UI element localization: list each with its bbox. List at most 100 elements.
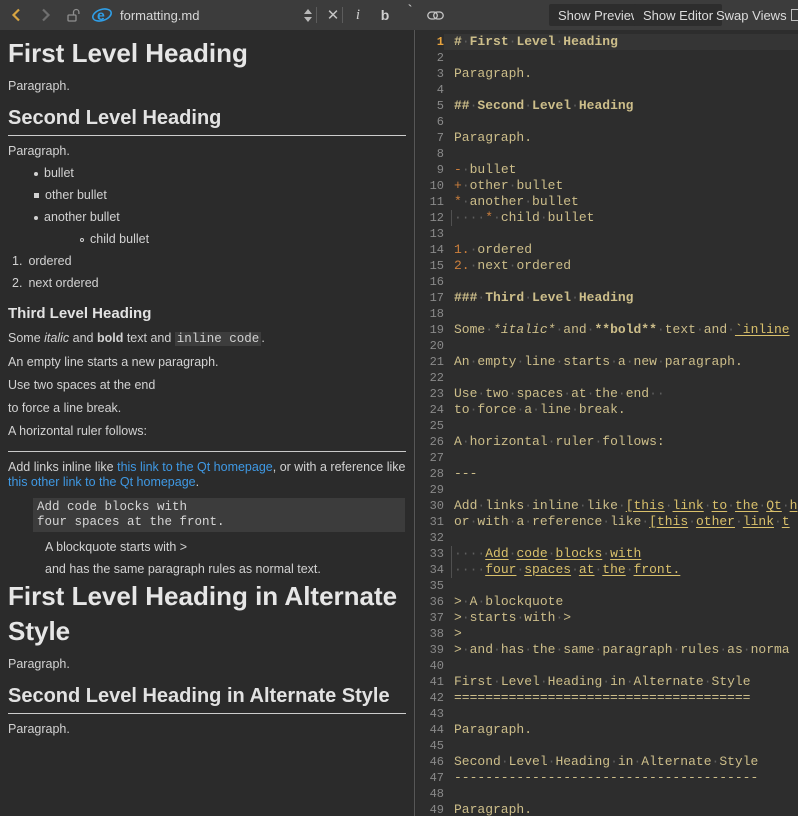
swap-views-button[interactable]: Swap Views: [716, 0, 787, 30]
editor-line[interactable]: 22: [416, 370, 798, 386]
editor-line[interactable]: 35: [416, 578, 798, 594]
editor-line[interactable]: 27: [416, 450, 798, 466]
line-number[interactable]: 48: [416, 786, 444, 802]
editor-line[interactable]: 10+·other·bullet: [416, 178, 798, 194]
line-number[interactable]: 35: [416, 578, 444, 594]
line-content[interactable]: [444, 226, 798, 242]
line-content[interactable]: *·another·bullet: [444, 194, 798, 210]
line-number[interactable]: 1: [416, 34, 444, 50]
clipped-toolbar-icon[interactable]: [791, 9, 798, 21]
line-content[interactable]: ##·Second·Level·Heading: [444, 98, 798, 114]
line-content[interactable]: [444, 658, 798, 674]
line-number[interactable]: 4: [416, 82, 444, 98]
line-number[interactable]: 11: [416, 194, 444, 210]
editor-line[interactable]: 1#·First·Level·Heading: [416, 34, 798, 50]
line-number[interactable]: 16: [416, 274, 444, 290]
line-number[interactable]: 27: [416, 450, 444, 466]
line-content[interactable]: ---: [444, 466, 798, 482]
editor-line[interactable]: 6: [416, 114, 798, 130]
line-number[interactable]: 8: [416, 146, 444, 162]
line-number[interactable]: 15: [416, 258, 444, 274]
line-content[interactable]: Paragraph.: [444, 130, 798, 146]
show-editor-button[interactable]: Show Editor: [634, 4, 722, 26]
editor-line[interactable]: 20: [416, 338, 798, 354]
line-content[interactable]: Paragraph.: [444, 66, 798, 82]
line-content[interactable]: or·with·a·reference·like·[this·other·lin…: [444, 514, 798, 530]
line-number[interactable]: 7: [416, 130, 444, 146]
line-number[interactable]: 14: [416, 242, 444, 258]
line-number[interactable]: 29: [416, 482, 444, 498]
line-content[interactable]: ###·Third·Level·Heading: [444, 290, 798, 306]
line-content[interactable]: [444, 706, 798, 722]
line-content[interactable]: -·bullet: [444, 162, 798, 178]
line-content[interactable]: Use·two·spaces·at·the·end··: [444, 386, 798, 402]
editor-line[interactable]: 32: [416, 530, 798, 546]
line-content[interactable]: ····*·child·bullet: [444, 210, 798, 226]
line-number[interactable]: 34: [416, 562, 444, 578]
line-number[interactable]: 33: [416, 546, 444, 562]
line-content[interactable]: 1.·ordered: [444, 242, 798, 258]
bold-button[interactable]: b: [375, 0, 395, 30]
line-content[interactable]: First·Level·Heading·in·Alternate·Style: [444, 674, 798, 690]
editor-line[interactable]: 8: [416, 146, 798, 162]
editor-line[interactable]: 31or·with·a·reference·like·[this·other·l…: [416, 514, 798, 530]
line-number[interactable]: 18: [416, 306, 444, 322]
editor-line[interactable]: 23Use·two·spaces·at·the·end··: [416, 386, 798, 402]
editor-line[interactable]: 18: [416, 306, 798, 322]
line-number[interactable]: 42: [416, 690, 444, 706]
line-number[interactable]: 31: [416, 514, 444, 530]
line-number[interactable]: 17: [416, 290, 444, 306]
editor-line[interactable]: 36>·A·blockquote: [416, 594, 798, 610]
editor-line[interactable]: 29: [416, 482, 798, 498]
editor-line[interactable]: 5##·Second·Level·Heading: [416, 98, 798, 114]
line-content[interactable]: [444, 338, 798, 354]
line-number[interactable]: 19: [416, 322, 444, 338]
editor-line[interactable]: 48: [416, 786, 798, 802]
line-content[interactable]: to·force·a·line·break.: [444, 402, 798, 418]
line-content[interactable]: A·horizontal·ruler·follows:: [444, 434, 798, 450]
line-number[interactable]: 26: [416, 434, 444, 450]
line-content[interactable]: ····Add·code·blocks·with: [444, 546, 798, 562]
editor-line[interactable]: 33····Add·code·blocks·with: [416, 546, 798, 562]
line-content[interactable]: [444, 82, 798, 98]
line-content[interactable]: [444, 786, 798, 802]
editor-line[interactable]: 46Second·Level·Heading·in·Alternate·Styl…: [416, 754, 798, 770]
line-number[interactable]: 20: [416, 338, 444, 354]
line-number[interactable]: 44: [416, 722, 444, 738]
open-document-name[interactable]: formatting.md: [120, 0, 199, 30]
line-content[interactable]: +·other·bullet: [444, 178, 798, 194]
line-number[interactable]: 36: [416, 594, 444, 610]
editor-line[interactable]: 13: [416, 226, 798, 242]
line-number[interactable]: 38: [416, 626, 444, 642]
editor-line[interactable]: 49Paragraph.: [416, 802, 798, 816]
line-content[interactable]: [444, 114, 798, 130]
editor-line[interactable]: 3Paragraph.: [416, 66, 798, 82]
line-number[interactable]: 2: [416, 50, 444, 66]
line-number[interactable]: 32: [416, 530, 444, 546]
line-number[interactable]: 30: [416, 498, 444, 514]
line-content[interactable]: Paragraph.: [444, 722, 798, 738]
markdown-source-editor[interactable]: 1#·First·Level·Heading23Paragraph.45##·S…: [416, 30, 798, 816]
file-lock-button[interactable]: [62, 0, 84, 30]
line-content[interactable]: [444, 482, 798, 498]
line-number[interactable]: 46: [416, 754, 444, 770]
line-content[interactable]: >·starts·with·>: [444, 610, 798, 626]
editor-line[interactable]: 40: [416, 658, 798, 674]
line-content[interactable]: Some·*italic*·and·**bold**·text·and·`inl…: [444, 322, 798, 338]
editor-line[interactable]: 39>·and·has·the·same·paragraph·rules·as·…: [416, 642, 798, 658]
editor-line[interactable]: 141.·ordered: [416, 242, 798, 258]
editor-line[interactable]: 24to·force·a·line·break.: [416, 402, 798, 418]
line-content[interactable]: [444, 738, 798, 754]
line-number[interactable]: 45: [416, 738, 444, 754]
editor-line[interactable]: 30Add·links·inline·like·[this·link·to·th…: [416, 498, 798, 514]
line-content[interactable]: >: [444, 626, 798, 642]
line-content[interactable]: Add·links·inline·like·[this·link·to·the·…: [444, 498, 798, 514]
preview-link[interactable]: this link to the Qt homepage: [117, 460, 273, 474]
editor-line[interactable]: 37>·starts·with·>: [416, 610, 798, 626]
line-content[interactable]: [444, 578, 798, 594]
editor-line[interactable]: 21An·empty·line·starts·a·new·paragraph.: [416, 354, 798, 370]
line-content[interactable]: [444, 146, 798, 162]
forward-button[interactable]: [34, 0, 58, 30]
line-content[interactable]: ---------------------------------------: [444, 770, 798, 786]
line-number[interactable]: 28: [416, 466, 444, 482]
